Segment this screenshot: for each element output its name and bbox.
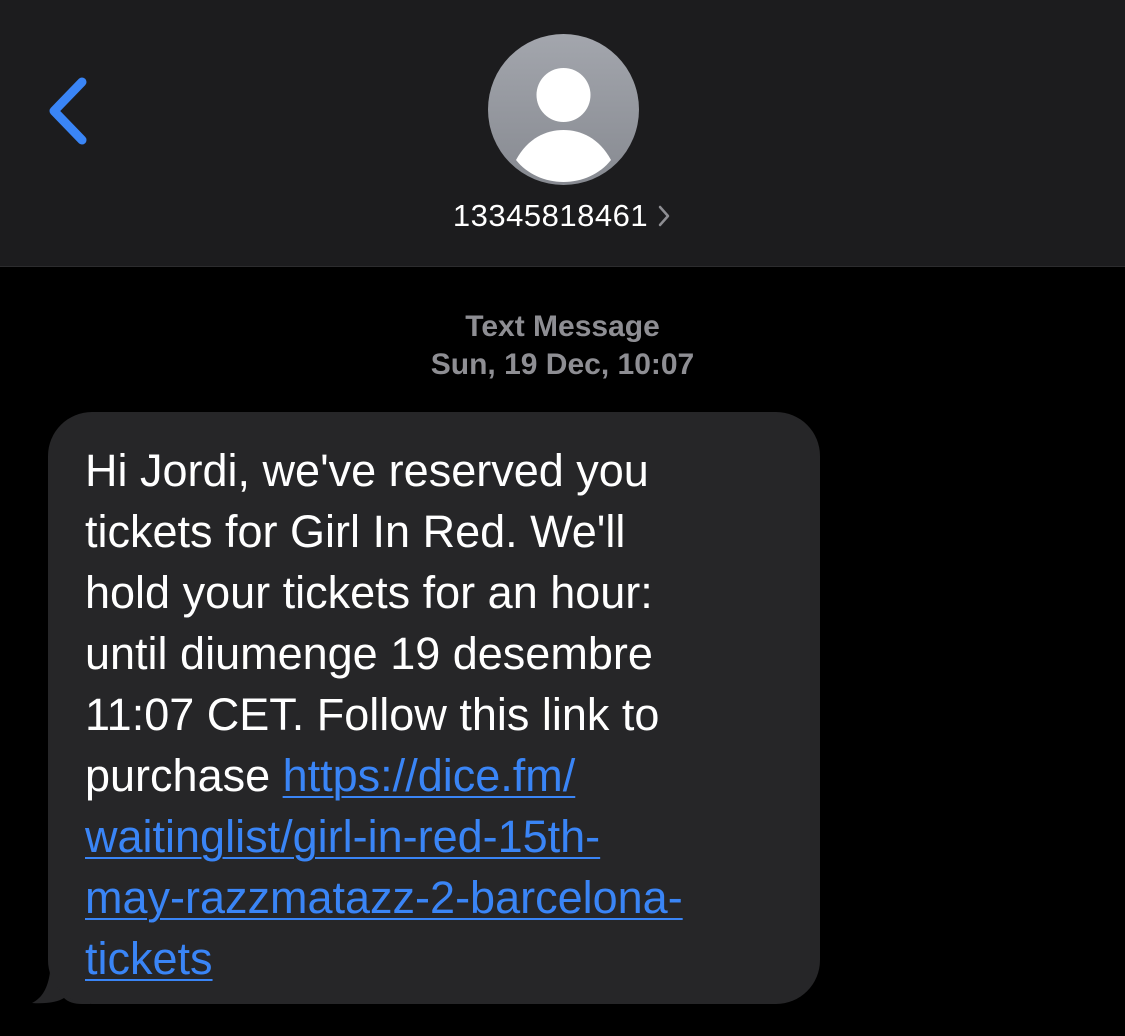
person-silhouette-icon [516, 68, 611, 182]
link-line: tickets [85, 933, 213, 984]
chevron-right-icon [656, 203, 672, 229]
contact-number: 13345818461 [452, 198, 649, 233]
avatar[interactable] [488, 34, 639, 185]
message-line: until diumenge 19 desembre [85, 628, 653, 679]
conversation-header: 13345818461 [0, 0, 1125, 267]
contact-inner: 13345818461 [453, 198, 672, 234]
message-bubble[interactable]: Hi Jordi, we've reserved you tickets for… [48, 412, 820, 1004]
link-line: may-razzmatazz-2-barcelona- [85, 872, 683, 923]
message-bubble-wrap: Hi Jordi, we've reserved you tickets for… [30, 412, 822, 1004]
message-line: tickets for Girl In Red. We'll [85, 506, 626, 557]
contact-details-button[interactable]: 13345818461 [0, 198, 1125, 234]
back-button[interactable] [36, 66, 106, 156]
service-label: Text Message [465, 310, 660, 343]
link-line: https://dice.fm/ [282, 750, 576, 801]
message-line: Hi Jordi, we've reserved you [85, 445, 649, 496]
message-timestamp: Sun, 19 Dec, 10:07 [430, 348, 695, 381]
message-line: hold your tickets for an hour: [85, 567, 653, 618]
message-line: 11:07 CET. Follow this link to [85, 689, 660, 740]
link-line: waitinglist/girl-in-red-15th- [85, 811, 601, 862]
message-meta: Text Message Sun, 19 Dec, 10:07 [0, 308, 1125, 384]
message-line: purchase [85, 750, 283, 801]
message-text: Hi Jordi, we've reserved you tickets for… [85, 440, 790, 989]
chevron-left-icon [49, 77, 87, 145]
